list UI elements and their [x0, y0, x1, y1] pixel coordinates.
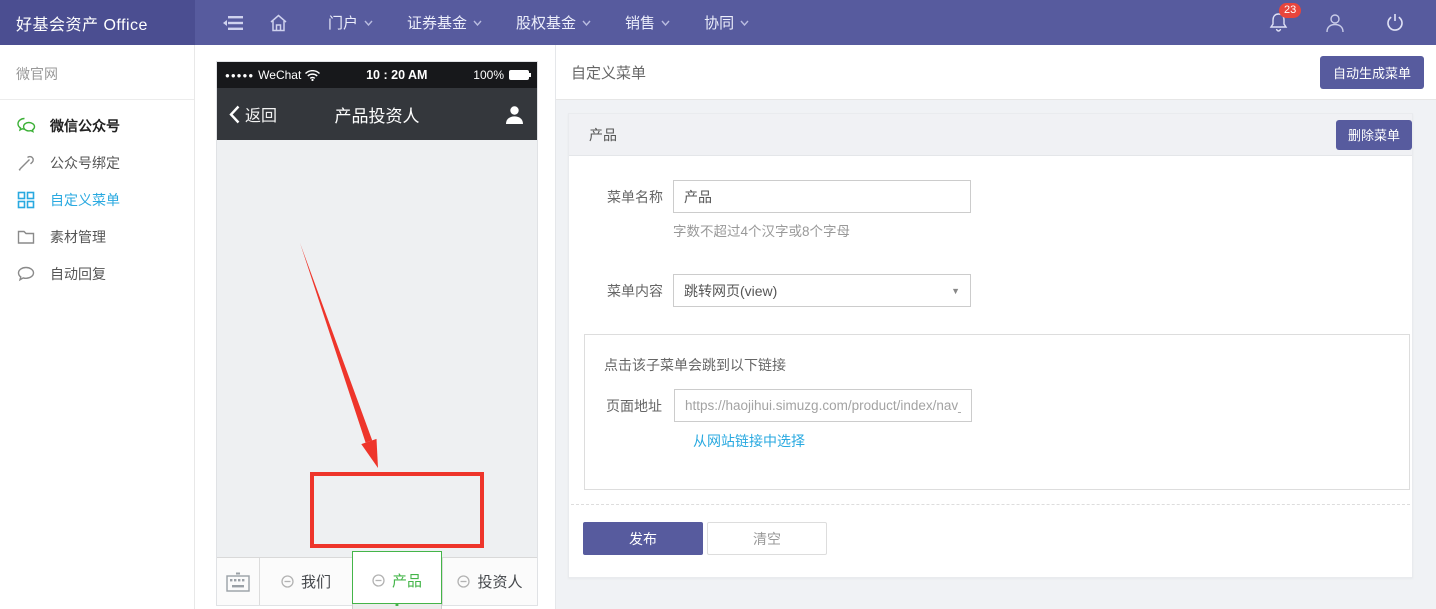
link-settings-box: 点击该子菜单会跳到以下链接 页面地址 从网站链接中选择	[584, 334, 1410, 490]
contact-person-icon[interactable]	[504, 104, 525, 125]
wechat-tab-investor[interactable]: 投资人	[442, 558, 537, 605]
page-title: 自定义菜单	[571, 62, 646, 83]
chevron-down-icon	[364, 20, 373, 26]
dashed-divider	[571, 504, 1410, 505]
phone-status-bar: ●●●●● WeChat 10 : 20 AM 100%	[217, 62, 537, 88]
nav-item-collaboration[interactable]: 协同	[687, 0, 766, 45]
sidebar-item-custom-menu[interactable]: 自定义菜单	[0, 181, 194, 218]
app-logo[interactable]: 好基会资产 Office	[0, 0, 195, 45]
carrier-label: WeChat	[258, 68, 301, 82]
nav-item-portal[interactable]: 门户	[311, 0, 390, 45]
battery-percent: 100%	[473, 68, 504, 82]
nav-item-securities-fund[interactable]: 证券基金	[390, 0, 499, 45]
status-time: 10 : 20 AM	[320, 68, 473, 82]
divider	[0, 99, 194, 100]
sidebar-item-material-management[interactable]: 素材管理	[0, 218, 194, 255]
tab-label: 投资人	[477, 571, 522, 592]
wifi-icon	[305, 70, 320, 81]
sidebar-item-label: 微信公众号	[50, 116, 120, 136]
home-icon[interactable]	[256, 0, 301, 45]
publish-button[interactable]: 发布	[583, 522, 703, 555]
folder-icon	[17, 227, 36, 246]
menu-card-title: 产品	[589, 125, 617, 145]
grid-icon	[17, 190, 36, 209]
nav-item-sales[interactable]: 销售	[608, 0, 687, 45]
chevron-left-icon	[229, 105, 240, 124]
page-url-input[interactable]	[674, 389, 972, 422]
power-icon[interactable]	[1372, 0, 1418, 45]
menu-dot-icon	[457, 575, 470, 588]
content-panel: 自定义菜单 自动生成菜单 产品 删除菜单 菜单名称 字数不超过4个汉字或8个字母…	[556, 45, 1436, 609]
phone-nav-header: 产品投资人 返回	[217, 88, 537, 140]
wechat-tab-product-active[interactable]: 产品	[352, 551, 442, 604]
chevron-down-icon	[473, 20, 482, 26]
auto-generate-menu-button[interactable]: 自动生成菜单	[1320, 56, 1424, 89]
phone-preview: ●●●●● WeChat 10 : 20 AM 100% 产品 投资人	[217, 62, 537, 605]
battery-icon	[509, 70, 529, 80]
back-label: 返回	[245, 102, 277, 126]
sidebar-item-label: 公众号绑定	[50, 153, 120, 173]
link-box-title: 点击该子菜单会跳到以下链接	[604, 355, 1409, 375]
sidebar-item-label: 自动回复	[50, 264, 106, 284]
sidebar-item-auto-reply[interactable]: 自动回复	[0, 255, 194, 292]
sidebar-item-label: 自定义菜单	[50, 190, 120, 210]
signal-dots-icon: ●●●●●	[225, 71, 254, 80]
menu-content-label: 菜单内容	[605, 281, 663, 301]
menu-edit-card: 产品 删除菜单 菜单名称 字数不超过4个汉字或8个字母 菜单内容 跳转网页(vi…	[568, 113, 1413, 578]
menu-name-hint: 字数不超过4个汉字或8个字母	[673, 220, 1412, 240]
menu-dot-icon	[372, 574, 385, 587]
sidebar-item-wechat-account[interactable]: 微信公众号	[0, 107, 194, 144]
delete-menu-button[interactable]: 删除菜单	[1336, 120, 1412, 150]
sidebar-item-account-binding[interactable]: 公众号绑定	[0, 144, 194, 181]
page-url-label: 页面地址	[604, 396, 662, 416]
choose-from-site-links[interactable]: 从网站链接中选择	[693, 431, 805, 451]
nav-item-equity-fund[interactable]: 股权基金	[499, 0, 608, 45]
menu-name-label: 菜单名称	[605, 187, 663, 207]
wechat-icon	[17, 116, 36, 135]
panel-header: 自定义菜单 自动生成菜单	[556, 45, 1436, 100]
wechat-tab-women[interactable]: 我们	[259, 558, 352, 605]
menu-name-input[interactable]	[673, 180, 971, 213]
reply-bubble-icon	[17, 264, 36, 283]
notifications-button[interactable]: 23	[1259, 0, 1298, 45]
keyboard-toggle-button[interactable]	[217, 558, 259, 605]
select-caret-icon: ▼	[951, 286, 960, 296]
sidebar-item-label: 素材管理	[50, 227, 106, 247]
chevron-down-icon	[661, 20, 670, 26]
sidebar-title: 微官网	[0, 45, 194, 99]
sidebar: 微官网 微信公众号 公众号绑定	[0, 45, 195, 609]
phone-content-area: +	[217, 140, 537, 557]
menu-content-select[interactable]: 跳转网页(view) ▼	[673, 274, 971, 307]
card-header: 产品 删除菜单	[569, 114, 1412, 156]
chevron-down-icon	[582, 20, 591, 26]
menu-dot-icon	[281, 575, 294, 588]
back-button[interactable]: 返回	[229, 102, 277, 126]
tab-label: 我们	[301, 571, 331, 592]
keyboard-icon	[226, 572, 250, 592]
user-icon[interactable]	[1312, 0, 1358, 45]
notification-badge: 23	[1279, 3, 1301, 18]
link-icon	[17, 153, 36, 172]
tab-label: 产品	[392, 570, 422, 591]
selected-option: 跳转网页(view)	[684, 281, 777, 301]
clear-button[interactable]: 清空	[707, 522, 827, 555]
menu-collapse-icon[interactable]	[210, 0, 256, 45]
chevron-down-icon	[740, 20, 749, 26]
top-navbar: 好基会资产 Office 门户 证券基金 股权基金	[0, 0, 1436, 45]
phone-preview-column: ●●●●● WeChat 10 : 20 AM 100% 产品 投资人	[195, 45, 556, 609]
